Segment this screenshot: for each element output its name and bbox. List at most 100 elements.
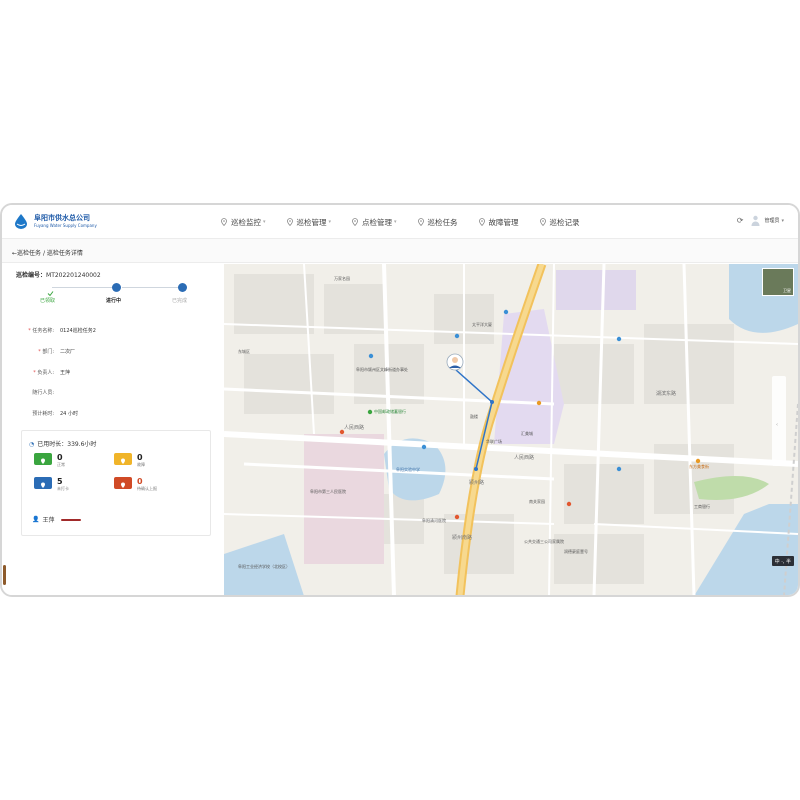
field-key: 部门: [42,349,54,355]
water-drop-logo-icon [15,214,27,229]
used-time: ◔ 已用时长：339.6小时 [29,439,96,448]
map-label: 人民西路 [344,425,365,431]
step-connector [122,287,178,288]
field-key: 随行人员: [32,390,54,396]
unchecked-pin-icon [34,477,52,489]
field-owner: * 负责人: 王萍 [16,369,70,376]
chevron-down-icon: ▾ [328,219,332,225]
location-pin-icon [286,218,293,226]
step-current-icon [112,283,121,296]
field-value: 0124巡检任务2 [60,328,96,334]
step-label-completed: 已完成 [172,298,188,304]
field-task-name: * 任务名称: 0124巡检任务2 [16,327,96,334]
step-connector [52,287,112,288]
map-label: 工商银行 [694,504,710,509]
map-label: 万家名园 [334,276,350,281]
map-type-label: 卫星 [783,288,791,293]
map-label: 阜阳清河医院 [422,518,446,523]
stat-num: 0 [137,477,143,486]
chevron-left-icon[interactable]: ‹ [776,422,778,428]
stat-caption: 正常 [57,462,65,467]
progress-steps: 已领取 进行中 已完成 [22,283,202,304]
patrol-person[interactable]: 👤 王萍 [32,515,81,524]
person-track-color [60,518,81,521]
company-subtitle: Fuyang Water Supply Company [34,222,97,228]
map-label: 中国邮政储蓄银行 [374,409,406,414]
map-label: 东方美食街 [689,464,709,469]
map-label: 人民西路 [514,455,535,461]
field-value: 24 小时 [60,411,78,417]
map-label: 颍州南路 [452,535,473,541]
field-key: 任务名称: [32,328,54,334]
field-value: 二次厂 [60,349,76,355]
field-companions: 随行人员: [16,389,60,396]
nav-patrol-monitor[interactable]: 巡检监控 ▾ [220,217,266,228]
map-label: 东城区 [238,349,250,354]
step-label-received: 已领取 [40,298,56,304]
nav-label: 点检管理 [362,217,393,227]
location-pin-icon [478,218,485,226]
company-logo[interactable]: 阜阳市供水总公司 Fuyang Water Supply Company [12,213,97,229]
company-name: 阜阳市供水总公司 [34,213,90,222]
map-type-switch[interactable]: 卫星 [762,268,794,296]
nav-patrol-task[interactable]: 巡检任务 [417,217,458,228]
header-user-area: ⟳ 管理员 ▾ [737,215,784,226]
app-window: 阜阳市供水总公司 Fuyang Water Supply Company 巡检监… [0,203,800,597]
person-name: 王萍 [42,517,55,524]
stat-not-checked-in: 5 未打卡 [34,477,69,491]
top-header: 阜阳市供水总公司 Fuyang Water Supply Company 巡检监… [2,205,798,239]
nav-label: 巡检监控 [231,217,261,227]
map-label: 鼓楼 [470,414,478,419]
pending-pin-icon [114,477,132,489]
location-pin-icon [352,218,358,226]
map-label: 华联广场 [486,439,502,444]
task-number-label: 巡检编号： [16,272,47,279]
location-pin-icon [417,218,424,226]
side-handle[interactable] [3,565,6,585]
person-icon: 👤 [32,516,40,523]
map-label: 阜阳市第三人民医院 [310,489,346,494]
task-number: 巡检编号：MT202201240002 [16,270,101,279]
used-time-label: 已用时长：339.6小时 [37,441,97,448]
map-view[interactable]: 东城区 万家名园 人民西路 人民西路 中国邮政储蓄银行 阜阳实验中学 阜阳市第三… [224,264,798,595]
nav-label: 巡检记录 [549,217,580,227]
stat-normal: 0 正常 [34,453,65,467]
step-label-in-progress: 进行中 [106,298,122,304]
nav-label: 巡检任务 [427,217,458,227]
map-canvas [224,264,798,595]
map-label: 汇美城 [521,431,533,436]
main-nav: 巡检监控 ▾ 巡检管理 ▾ 点检管理 ▾ 巡检任务 故障管理 巡检记录 [220,205,600,239]
nav-patrol-record[interactable]: 巡检记录 [539,217,580,228]
map-label: 公共交通三公司家属院 [524,539,564,544]
stats-card: ◔ 已用时长：339.6小时 0 正常 0 故障 5 未打卡 0 待确认上报 👤… [21,430,211,536]
breadcrumb-back-link[interactable]: ←巡检任务 [12,250,41,257]
map-label: 阜阳市颍州区文峰街道办事处 [356,367,408,372]
chevron-down-icon: ▾ [394,219,397,225]
nav-fault-manage[interactable]: 故障管理 [478,217,519,228]
stat-num: 0 [57,453,63,462]
step-pending-check-icon [178,283,187,296]
field-department: * 部门: 二次厂 [16,348,75,355]
ime-indicator[interactable]: 中 ·, 半 [771,556,794,566]
chevron-down-icon[interactable]: ▾ [781,218,784,224]
nav-label: 故障管理 [488,217,519,227]
map-label: 润德豪庭壹号 [564,549,588,554]
chevron-down-icon: ▾ [263,219,266,225]
map-label: 阜阳实验中学 [396,467,420,472]
stat-num: 0 [137,453,143,462]
field-estimated-time: 预计耗时: 24 小时 [16,410,78,417]
map-label: 湖滨东路 [656,391,677,397]
user-name[interactable]: 管理员 [764,217,779,224]
field-value: 王萍 [60,370,71,376]
map-label: 太平洋大厦 [472,322,492,327]
normal-pin-icon [34,453,52,465]
breadcrumb: ←巡检任务 / 巡检任务详情 [2,239,798,263]
field-key: 预计耗时: [32,411,54,417]
nav-patrol-manage[interactable]: 巡检管理 ▾ [286,217,332,228]
refresh-icon[interactable]: ⟳ [737,216,744,225]
map-side-control[interactable]: ‹ [772,376,786,466]
user-avatar-icon[interactable] [751,215,760,226]
stat-num: 5 [57,477,63,486]
nav-label: 巡检管理 [296,217,327,227]
nav-spot-check[interactable]: 点检管理 ▾ [351,217,397,228]
